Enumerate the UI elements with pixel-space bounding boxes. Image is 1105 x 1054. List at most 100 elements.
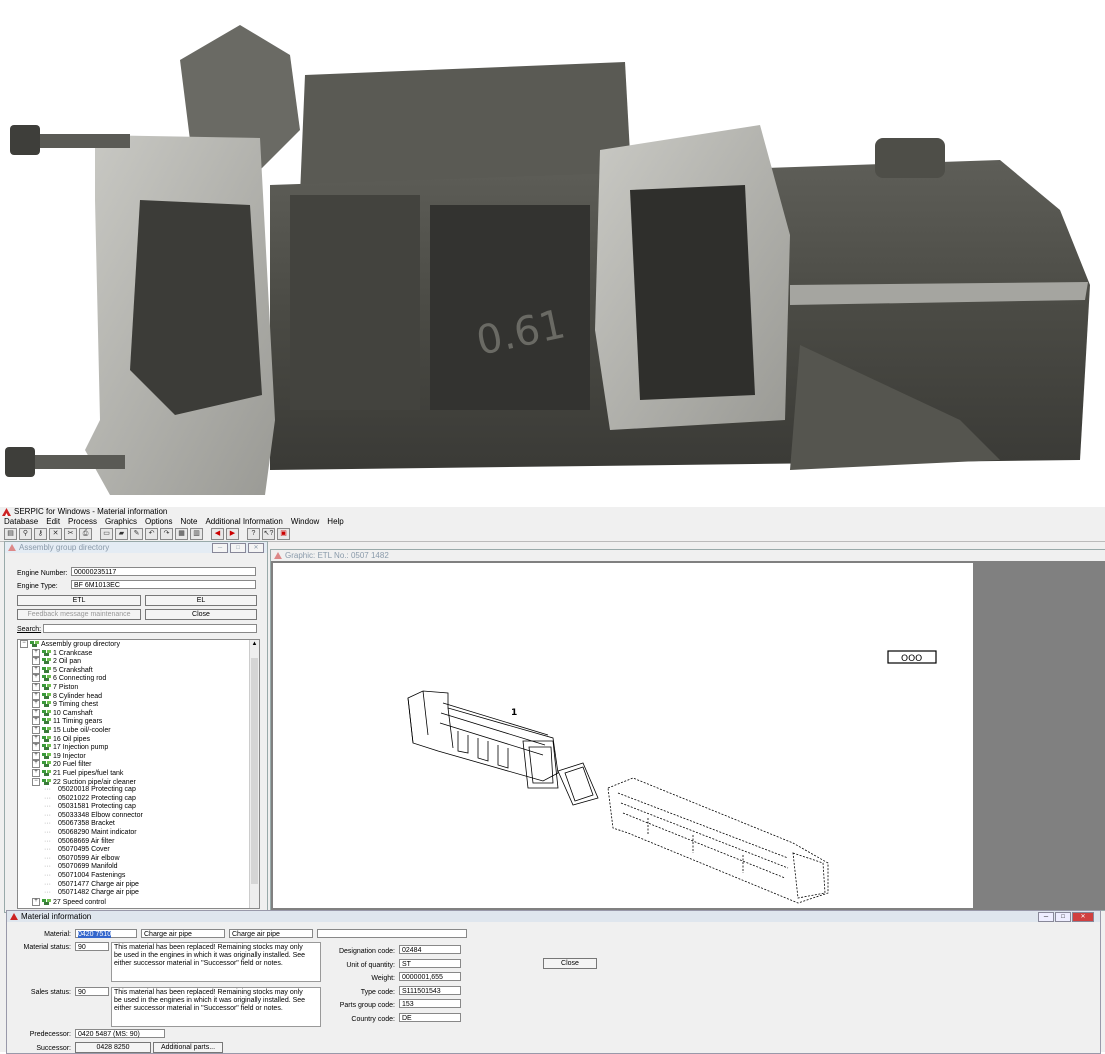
menu-item-help[interactable]: Help	[327, 517, 343, 526]
tree-group-item[interactable]: +6 Connecting rod	[18, 674, 259, 683]
tree-group-item[interactable]: +11 Timing gears	[18, 717, 259, 726]
designation-code-field[interactable]: 02484	[399, 945, 461, 954]
tree-group-item[interactable]: +15 Lube oil/-cooler	[18, 725, 259, 735]
expand-icon[interactable]: +	[32, 760, 40, 769]
tree-leaf-item[interactable]: ··· 05068290 Maint indicator	[18, 829, 259, 838]
tree-leaf-item[interactable]: ··· 05068669 Air filter	[18, 838, 259, 847]
expand-icon[interactable]: +	[32, 897, 40, 906]
feedback-message-button[interactable]: Feedback message maintenance	[17, 609, 141, 620]
tree-group-item[interactable]: +9 Timing chest	[18, 700, 259, 709]
assembly-tree[interactable]: − Assembly group directory +1 Crankcase +2 …	[17, 639, 260, 909]
close-button[interactable]: Close	[543, 958, 597, 969]
etl-button[interactable]: ETL	[17, 595, 141, 606]
tree-leaf-item[interactable]: ··· 05071482 Charge air pipe	[18, 889, 259, 898]
tree-leaf-item[interactable]: ··· 05031581 Protecting cap	[18, 803, 259, 812]
description-field-1[interactable]: Charge air pipe	[141, 929, 225, 938]
key-icon[interactable]: ⚷	[34, 528, 47, 540]
menu-item-database[interactable]: Database	[4, 517, 38, 526]
expand-icon[interactable]: +	[32, 725, 40, 734]
tree-group-item[interactable]: − Assembly group directory	[18, 640, 259, 649]
edit-icon[interactable]: ✎	[130, 528, 143, 540]
drawing-canvas[interactable]: 1 OOO	[273, 563, 973, 908]
predecessor-field[interactable]: 0420 5487 (MS: 90)	[75, 1029, 165, 1038]
collapse-icon[interactable]: −	[32, 777, 40, 786]
description-field-2[interactable]: Charge air pipe	[229, 929, 313, 938]
undo-icon[interactable]: ↶	[145, 528, 158, 540]
search-input[interactable]	[43, 624, 257, 633]
tree-leaf-item[interactable]: ··· 05070495 Cover	[18, 846, 259, 855]
tree-leaf-item[interactable]: ··· 05070699 Manifold	[18, 863, 259, 872]
engine-number-field[interactable]: 00000235117	[71, 567, 256, 576]
tree-group-item[interactable]: +20 Fuel filter	[18, 760, 259, 769]
new-document-icon[interactable]: ▭	[100, 528, 113, 540]
deutz-logo-icon[interactable]: ▣	[277, 528, 290, 540]
tree-group-item[interactable]: +8 Cylinder head	[18, 691, 259, 701]
tree-group-item[interactable]: +16 Oil pipes	[18, 734, 259, 744]
expand-icon[interactable]: +	[32, 691, 40, 700]
close-window-button[interactable]: ✕	[1072, 912, 1094, 922]
tree-group-item[interactable]: − 22 Suction pipe/air cleaner	[18, 777, 259, 787]
tree-leaf-item[interactable]: ··· 05067358 Bracket	[18, 820, 259, 829]
engine-type-field[interactable]: BF 6M1013EC	[71, 580, 256, 589]
tree-group-item[interactable]: +19 Injector	[18, 751, 259, 761]
tree-leaf-item[interactable]: ··· 05020018 Protecting cap	[18, 786, 259, 795]
menu-item-graphics[interactable]: Graphics	[105, 517, 137, 526]
collapse-icon[interactable]: −	[20, 640, 28, 648]
redo-icon[interactable]: ↷	[160, 528, 173, 540]
list-icon[interactable]: ▥	[190, 528, 203, 540]
expand-icon[interactable]: +	[32, 665, 40, 674]
additional-parts-button[interactable]: Additional parts...	[153, 1042, 223, 1053]
arrow-left-icon[interactable]: ◀	[211, 528, 224, 540]
expand-icon[interactable]: +	[32, 743, 40, 752]
arrow-right-icon[interactable]: ▶	[226, 528, 239, 540]
type-code-field[interactable]: S111501543	[399, 986, 461, 995]
expand-icon[interactable]: +	[32, 768, 40, 777]
maximize-button[interactable]: □	[230, 543, 246, 553]
expand-icon[interactable]: +	[32, 682, 40, 691]
menu-item-edit[interactable]: Edit	[46, 517, 60, 526]
tree-leaf-item[interactable]: ··· 05021022 Protecting cap	[18, 795, 259, 804]
description-field-3[interactable]	[317, 929, 467, 938]
expand-icon[interactable]: +	[32, 734, 40, 743]
el-button[interactable]: EL	[145, 595, 257, 606]
expand-icon[interactable]: +	[32, 717, 40, 726]
tree-group-item[interactable]: +5 Crankshaft	[18, 665, 259, 675]
tree-leaf-item[interactable]: ··· 05071477 Charge air pipe	[18, 881, 259, 890]
weight-field[interactable]: 0000001,655	[399, 972, 461, 981]
database-icon[interactable]: ▤	[4, 528, 17, 540]
parts-group-code-field[interactable]: 153	[399, 999, 461, 1008]
menu-item-options[interactable]: Options	[145, 517, 173, 526]
close-window-button[interactable]: ✕	[248, 543, 264, 553]
grid-icon[interactable]: ▦	[175, 528, 188, 540]
menu-item-additional-information[interactable]: Additional Information	[205, 517, 282, 526]
scroll-up-icon[interactable]: ▲	[250, 640, 259, 649]
context-help-icon[interactable]: ↖?	[262, 528, 275, 540]
tree-group-item[interactable]: +21 Fuel pipes/fuel tank	[18, 768, 259, 778]
unit-of-quantity-field[interactable]: ST	[399, 959, 461, 968]
tree-group-item[interactable]: +1 Crankcase	[18, 648, 259, 658]
sales-status-field[interactable]: 90	[75, 987, 109, 996]
close-button[interactable]: Close	[145, 609, 257, 620]
delete-icon[interactable]: ✕	[49, 528, 62, 540]
material-field[interactable]: 0420 7510	[75, 929, 137, 938]
search-icon[interactable]: ⚲	[19, 528, 32, 540]
tree-group-item[interactable]: +7 Piston	[18, 682, 259, 692]
tree-group-item[interactable]: +2 Oil pan	[18, 657, 259, 666]
expand-icon[interactable]: +	[32, 700, 40, 709]
minimize-button[interactable]: ─	[212, 543, 228, 553]
open-folder-icon[interactable]: ▰	[115, 528, 128, 540]
expand-icon[interactable]: +	[32, 648, 40, 657]
tree-leaf-item[interactable]: ··· 05071004 Fastenings	[18, 872, 259, 881]
expand-icon[interactable]: +	[32, 708, 40, 717]
tree-group-item[interactable]: +17 Injection pump	[18, 743, 259, 752]
minimize-button[interactable]: ─	[1038, 912, 1054, 922]
tree-scrollbar[interactable]: ▲	[249, 640, 259, 908]
maximize-button[interactable]: □	[1055, 912, 1071, 922]
help-icon[interactable]: ?	[247, 528, 260, 540]
menu-item-process[interactable]: Process	[68, 517, 97, 526]
menu-item-note[interactable]: Note	[181, 517, 198, 526]
tree-group-item[interactable]: +10 Camshaft	[18, 708, 259, 718]
successor-button[interactable]: 0428 8250	[75, 1042, 151, 1053]
menu-item-window[interactable]: Window	[291, 517, 319, 526]
scroll-thumb[interactable]	[251, 658, 258, 884]
